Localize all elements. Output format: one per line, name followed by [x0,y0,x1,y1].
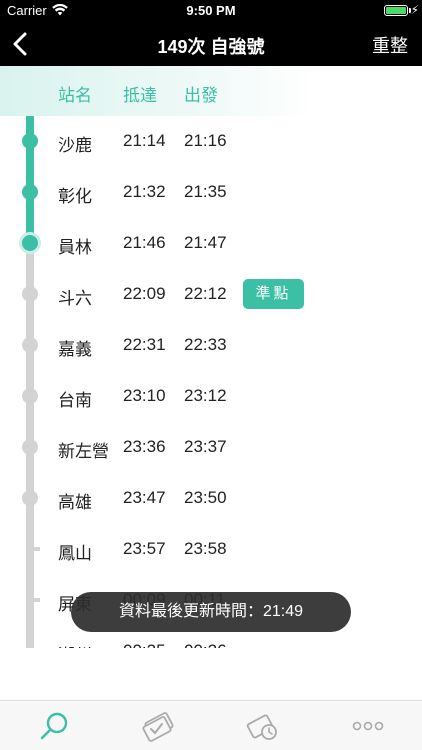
stop-dot [22,286,38,302]
stop-station-name: 鳳山 [58,544,92,563]
stop-departure-time: 23:37 [184,437,227,456]
search-icon[interactable] [37,710,71,742]
stop-station-name: 嘉義 [58,340,92,359]
update-time-toast: 資料最後更新時間：21:49 [71,592,351,632]
stop-row[interactable]: 高雄 23:47 23:50 [0,473,422,524]
stop-list[interactable]: 沙鹿 21:14 21:16 彰化 21:32 21:35 員林 21:46 21:47 斗六 22… [0,116,422,648]
stop-arrival-time: 22:09 [123,284,166,303]
stop-departure-time: 23:12 [184,386,227,405]
page-title: 149次 自強號 [157,37,265,57]
stop-departure-time: 23:58 [184,539,227,558]
column-header: 站名 抵達 出發 [0,66,422,116]
stop-dot [22,490,38,506]
stop-row[interactable]: 彰化 21:32 21:35 [0,167,422,218]
stop-arrival-time: 21:14 [123,131,166,150]
stop-arrival-time: 23:57 [123,539,166,558]
navigation-bar: 149次 自強號 重整 [0,22,422,66]
on-time-badge: 準點 [243,279,304,309]
stop-tick [34,547,40,551]
stop-row[interactable]: 斗六 22:09 22:12 準點 [0,269,422,320]
stop-departure-time: 21:16 [184,131,227,150]
status-bar: Carrier 9:50 PM ⚡ [0,0,422,22]
stop-dot [22,388,38,404]
ticket-check-icon[interactable] [141,710,175,742]
stop-dot [22,133,38,149]
stop-station-name: 潮州 [58,641,92,648]
stop-departure-time: 22:33 [184,335,227,354]
battery-icon [384,5,408,16]
stop-row[interactable]: 新左營 23:36 23:37 [0,422,422,473]
header-station: 站名 [58,86,92,105]
stop-arrival-time: 21:32 [123,182,166,201]
stop-station-name: 斗六 [58,289,92,308]
stop-row[interactable]: 沙鹿 21:14 21:16 [0,116,422,167]
stop-arrival-time: 23:10 [123,386,166,405]
ticket-clock-icon[interactable] [246,710,280,742]
header-departure: 出發 [184,86,218,105]
stop-arrival-time: 23:36 [123,437,166,456]
stop-departure-time: 21:35 [184,182,227,201]
stop-row[interactable]: 台南 23:10 23:12 [0,371,422,422]
stop-station-name: 高雄 [58,493,92,512]
stop-arrival-time: 21:46 [123,233,166,252]
more-icon[interactable] [351,710,385,742]
charging-icon: ⚡ [410,3,419,17]
header-arrival: 抵達 [123,86,157,105]
stop-station-name: 員林 [58,238,92,257]
stop-departure-time: 22:12 [184,284,227,303]
status-time: 9:50 PM [186,3,236,18]
stop-station-name: 新左營 [58,442,109,461]
reset-button[interactable]: 重整 [372,32,408,58]
stop-dot [22,184,38,200]
stop-arrival-time: 00:25 [123,641,166,648]
stop-dot [22,439,38,455]
stop-departure-time: 23:50 [184,488,227,507]
stop-arrival-time: 23:47 [123,488,166,507]
stop-row[interactable]: 嘉義 22:31 22:33 [0,320,422,371]
stop-row[interactable]: 員林 21:46 21:47 [0,218,422,269]
stop-station-name: 彰化 [58,187,92,206]
stop-arrival-time: 22:31 [123,335,166,354]
stop-row[interactable]: 鳳山 23:57 23:58 [0,524,422,575]
stop-station-name: 台南 [58,391,92,410]
stop-tick [34,598,40,602]
tab-bar [0,700,422,750]
stop-departure-time: 21:47 [184,233,227,252]
stop-departure-time: 00:26 [184,641,227,648]
stop-dot [22,235,38,251]
stop-dot [22,337,38,353]
stop-station-name: 沙鹿 [58,136,92,155]
